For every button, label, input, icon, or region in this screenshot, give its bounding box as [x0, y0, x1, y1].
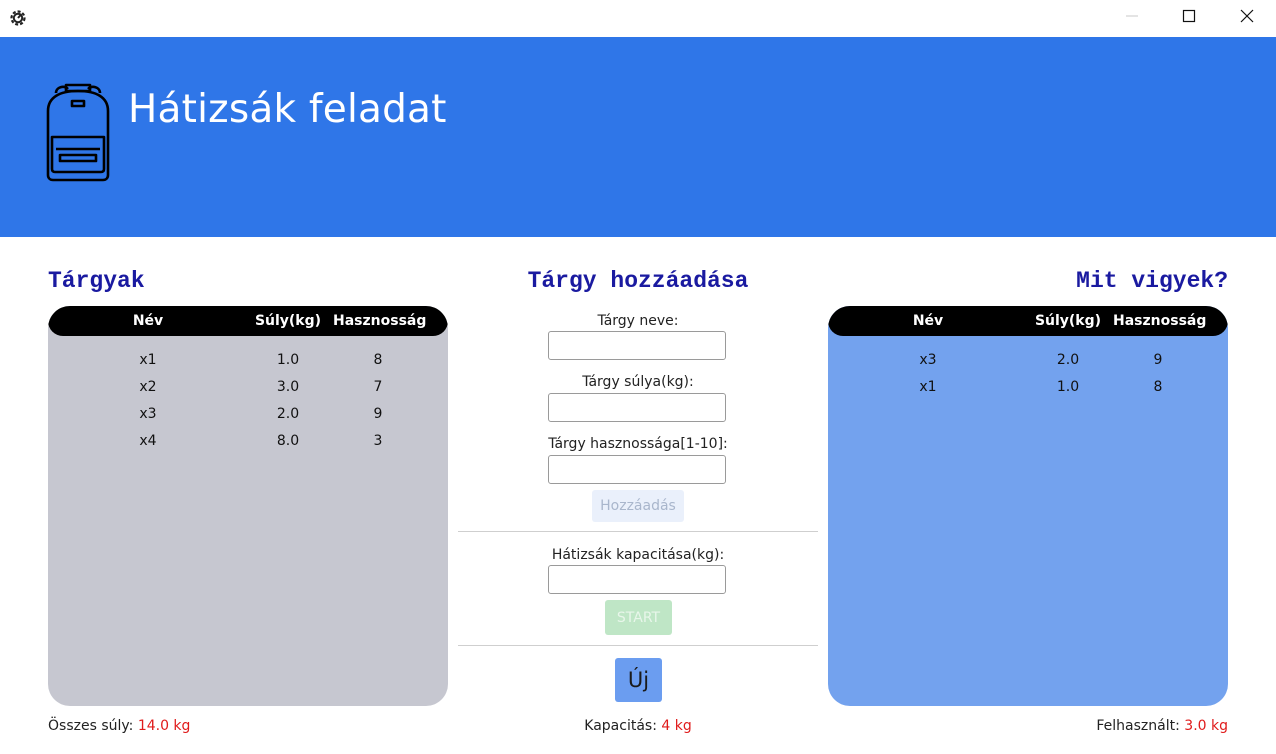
used-weight-status: Felhasznált: 3.0 kg: [828, 718, 1228, 734]
window-titlebar: [0, 0, 1276, 37]
table-row[interactable]: x4 8.0 3: [48, 429, 448, 456]
cell-name: x1: [139, 352, 157, 368]
result-table-header: Név Súly(kg) Hasznosság: [828, 306, 1228, 336]
cell-value: 9: [1153, 352, 1163, 368]
cell-name: x4: [139, 433, 157, 449]
total-weight-label: Összes súly:: [48, 718, 134, 734]
total-weight-status: Összes súly: 14.0 kg: [48, 718, 190, 734]
cell-weight: 3.0: [276, 379, 300, 395]
result-table: Név Súly(kg) Hasznosság x3 2.0 9 x1 1.0 …: [828, 306, 1228, 706]
cell-name: x3: [139, 406, 157, 422]
gear-icon: [8, 8, 28, 28]
maximize-button[interactable]: [1160, 0, 1218, 36]
column-header-value: Hasznosság: [1113, 313, 1207, 329]
cell-value: 9: [373, 406, 383, 422]
cell-name: x1: [919, 379, 937, 395]
capacity-status: Kapacitás: 4 kg: [458, 718, 818, 734]
header-banner: Hátizsák feladat: [0, 37, 1276, 237]
cell-value: 7: [373, 379, 383, 395]
column-header-name: Név: [912, 313, 944, 329]
cell-name: x2: [139, 379, 157, 395]
result-title: Mit vigyek?: [1076, 268, 1228, 294]
capacity-status-label: Kapacitás:: [584, 718, 657, 734]
items-table: Név Súly(kg) Hasznosság x1 1.0 8 x2 3.0 …: [48, 306, 448, 706]
minimize-icon: [1125, 9, 1139, 28]
start-button[interactable]: START: [605, 600, 672, 635]
used-weight-value: 3.0 kg: [1184, 718, 1228, 734]
app-title: Hátizsák feladat: [128, 87, 447, 132]
capacity-label: Hátizsák kapacitása(kg):: [551, 547, 725, 563]
divider: [458, 645, 818, 646]
capacity-status-value: 4 kg: [661, 718, 692, 734]
table-row[interactable]: x1 1.0 8: [828, 375, 1228, 402]
maximize-icon: [1182, 9, 1196, 28]
column-header-weight: Súly(kg): [1034, 313, 1102, 329]
table-row[interactable]: x1 1.0 8: [48, 348, 448, 375]
total-weight-value: 14.0 kg: [137, 718, 191, 734]
close-button[interactable]: [1218, 0, 1276, 36]
cell-weight: 2.0: [1056, 352, 1080, 368]
item-name-label: Tárgy neve:: [597, 313, 679, 329]
minimize-button[interactable]: [1103, 0, 1161, 36]
add-item-button[interactable]: Hozzáadás: [592, 490, 684, 522]
column-header-name: Név: [132, 313, 164, 329]
item-name-input[interactable]: [548, 331, 726, 360]
new-button[interactable]: Új: [615, 658, 662, 702]
cell-weight: 1.0: [276, 352, 300, 368]
table-row[interactable]: x3 2.0 9: [48, 402, 448, 429]
column-header-value: Hasznosság: [333, 313, 427, 329]
cell-value: 3: [373, 433, 383, 449]
cell-weight: 1.0: [1056, 379, 1080, 395]
cell-weight: 8.0: [276, 433, 300, 449]
cell-weight: 2.0: [276, 406, 300, 422]
item-value-label: Tárgy hasznossága[1-10]:: [548, 436, 728, 452]
backpack-icon: [42, 81, 114, 183]
close-icon: [1240, 9, 1254, 28]
items-title: Tárgyak: [48, 268, 145, 294]
cell-name: x3: [919, 352, 937, 368]
used-weight-label: Felhasznált:: [1096, 718, 1180, 734]
capacity-input[interactable]: [548, 565, 726, 594]
add-item-title: Tárgy hozzáadása: [527, 268, 749, 294]
cell-value: 8: [373, 352, 383, 368]
divider: [458, 531, 818, 532]
item-weight-input[interactable]: [548, 393, 726, 422]
cell-value: 8: [1153, 379, 1163, 395]
item-value-input[interactable]: [548, 455, 726, 484]
table-row[interactable]: x3 2.0 9: [828, 348, 1228, 375]
item-weight-label: Tárgy súlya(kg):: [582, 374, 694, 390]
items-table-header: Név Súly(kg) Hasznosság: [48, 306, 448, 336]
table-row[interactable]: x2 3.0 7: [48, 375, 448, 402]
column-header-weight: Súly(kg): [254, 313, 322, 329]
